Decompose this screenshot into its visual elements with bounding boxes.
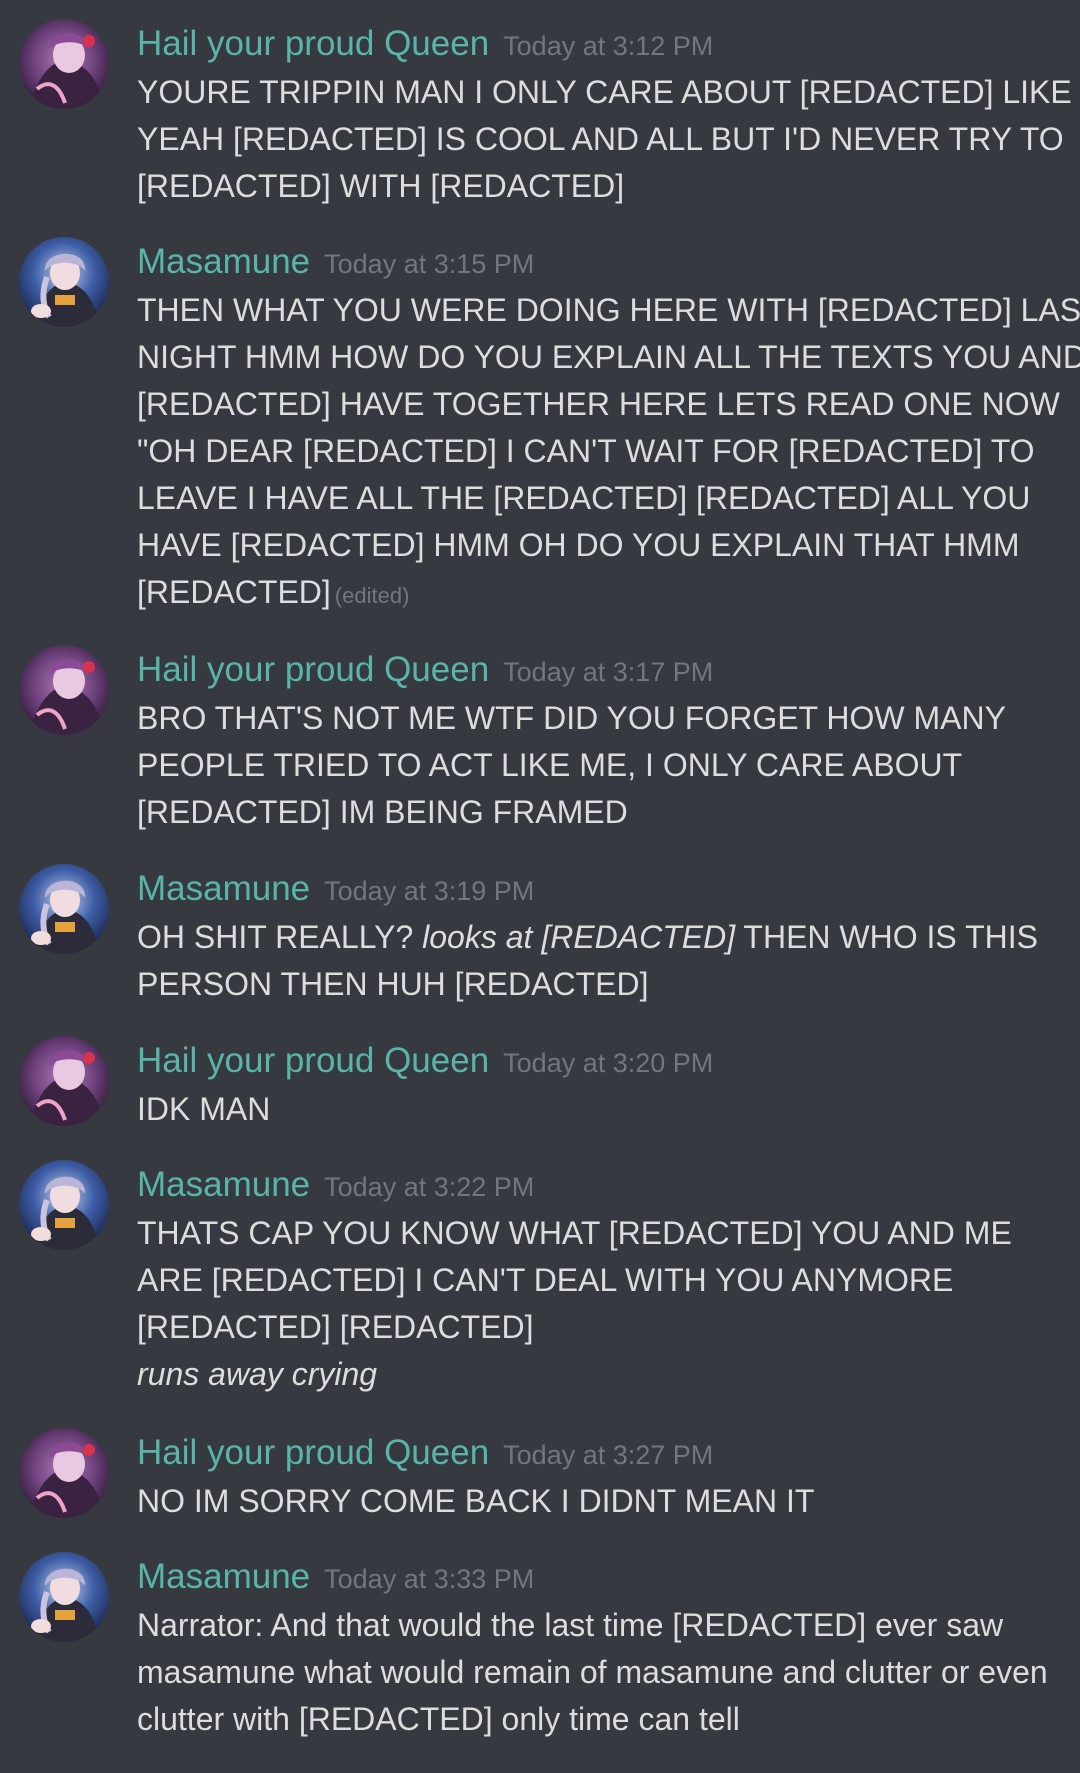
message-body: YOURE TRIPPIN MAN I ONLY CARE ABOUT [RED…	[137, 69, 1072, 210]
message-text: THEN WHO IS THIS	[735, 919, 1038, 955]
message-line: THATS CAP YOU KNOW WHAT [REDACTED] YOU A…	[137, 1215, 1012, 1251]
message-line: "OH DEAR [REDACTED] I CAN'T WAIT FOR [RE…	[137, 433, 1035, 469]
queen-avatar-icon[interactable]	[19, 1036, 109, 1126]
message-header: Hail your proud Queen Today at 3:27 PM	[137, 1430, 713, 1476]
username[interactable]: Hail your proud Queen	[137, 1038, 489, 1084]
message-line: PEOPLE TRIED TO ACT LIKE ME, I ONLY CARE…	[137, 747, 963, 783]
action-text: runs away crying	[137, 1356, 378, 1392]
username[interactable]: Hail your proud Queen	[137, 647, 489, 693]
message-body: IDK MAN	[137, 1086, 1062, 1133]
message-line: [REDACTED] WITH [REDACTED]	[137, 168, 625, 204]
message-line: BRO THAT'S NOT ME WTF DID YOU FORGET HOW…	[137, 700, 1006, 736]
message-line: PERSON THEN HUH [REDACTED]	[137, 966, 649, 1002]
message-line: HAVE [REDACTED] HMM OH DO YOU EXPLAIN TH…	[137, 527, 1020, 563]
message-header: Masamune Today at 3:19 PM	[137, 866, 534, 912]
timestamp[interactable]: Today at 3:15 PM	[324, 241, 534, 287]
message-line: NO IM SORRY COME BACK I DIDNT MEAN IT	[137, 1483, 815, 1519]
username[interactable]: Hail your proud Queen	[137, 1430, 489, 1476]
username[interactable]: Masamune	[137, 866, 310, 912]
timestamp[interactable]: Today at 3:20 PM	[503, 1040, 713, 1086]
timestamp[interactable]: Today at 3:19 PM	[324, 868, 534, 914]
username[interactable]: Masamune	[137, 239, 310, 285]
message-line: [REDACTED] HAVE TOGETHER HERE LETS READ …	[137, 386, 1060, 422]
message-line: [REDACTED] IM BEING FRAMED	[137, 794, 628, 830]
queen-avatar-icon[interactable]	[19, 1428, 109, 1518]
message-header: Hail your proud Queen Today at 3:17 PM	[137, 647, 713, 693]
message-body: Narrator: And that would the last time […	[137, 1602, 1062, 1743]
message-header: Masamune Today at 3:22 PM	[137, 1162, 534, 1208]
masamune-avatar-icon[interactable]	[19, 237, 109, 327]
username[interactable]: Hail your proud Queen	[137, 21, 489, 67]
message-header: Masamune Today at 3:15 PM	[137, 239, 534, 285]
message-header: Hail your proud Queen Today at 3:12 PM	[137, 21, 713, 67]
edited-tag: (edited)	[334, 583, 410, 608]
message-line: IDK MAN	[137, 1091, 271, 1127]
message-line: OH SHIT REALLY? looks at [REDACTED] THEN…	[137, 914, 1062, 961]
timestamp[interactable]: Today at 3:17 PM	[503, 649, 713, 695]
message-line: YOURE TRIPPIN MAN I ONLY CARE ABOUT [RED…	[137, 74, 1072, 110]
username[interactable]: Masamune	[137, 1162, 310, 1208]
message-line: masamune what would remain of masamune a…	[137, 1654, 1048, 1690]
masamune-avatar-icon[interactable]	[19, 1552, 109, 1642]
message-line: ARE [REDACTED] I CAN'T DEAL WITH YOU ANY…	[137, 1262, 954, 1298]
message-line: Narrator: And that would the last time […	[137, 1607, 1004, 1643]
timestamp[interactable]: Today at 3:27 PM	[503, 1432, 713, 1478]
message-body: BRO THAT'S NOT ME WTF DID YOU FORGET HOW…	[137, 695, 1062, 836]
queen-avatar-icon[interactable]	[19, 19, 109, 109]
message-line: LEAVE I HAVE ALL THE [REDACTED] [REDACTE…	[137, 480, 1031, 516]
message-text: OH SHIT REALLY?	[137, 919, 423, 955]
message-line: [REDACTED] (edited)	[137, 569, 1062, 619]
message-header: Hail your proud Queen Today at 3:20 PM	[137, 1038, 713, 1084]
message-line: [REDACTED] [REDACTED]	[137, 1309, 534, 1345]
message-body: THATS CAP YOU KNOW WHAT [REDACTED] YOU A…	[137, 1210, 1062, 1398]
masamune-avatar-icon[interactable]	[19, 864, 109, 954]
message-body: THEN WHAT YOU WERE DOING HERE WITH [REDA…	[137, 287, 1080, 619]
queen-avatar-icon[interactable]	[19, 645, 109, 735]
masamune-avatar-icon[interactable]	[19, 1160, 109, 1250]
message-text: [REDACTED]	[137, 574, 331, 610]
message-line: NIGHT HMM HOW DO YOU EXPLAIN ALL THE TEX…	[137, 339, 1080, 375]
message-body: OH SHIT REALLY? looks at [REDACTED] THEN…	[137, 914, 1062, 1008]
username[interactable]: Masamune	[137, 1554, 310, 1600]
action-text: looks at [REDACTED]	[422, 919, 736, 955]
message-body: NO IM SORRY COME BACK I DIDNT MEAN IT	[137, 1478, 1062, 1525]
message-header: Masamune Today at 3:33 PM	[137, 1554, 534, 1600]
timestamp[interactable]: Today at 3:12 PM	[503, 23, 713, 69]
timestamp[interactable]: Today at 3:22 PM	[324, 1164, 534, 1210]
message-line: clutter with [REDACTED] only time can te…	[137, 1701, 740, 1737]
timestamp[interactable]: Today at 3:33 PM	[324, 1556, 534, 1602]
message-line: THEN WHAT YOU WERE DOING HERE WITH [REDA…	[137, 292, 1080, 328]
message-line: YEAH [REDACTED] IS COOL AND ALL BUT I'D …	[137, 121, 1064, 157]
